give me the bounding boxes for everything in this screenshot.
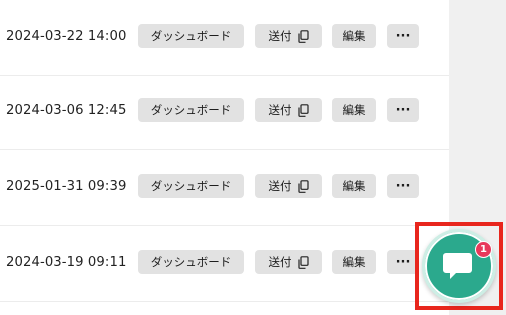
list-row: 2024-03-22 14:00 ダッシュボード 送付 編集 ··· [0, 0, 449, 76]
chat-bubble-icon [443, 253, 472, 279]
dashboard-button[interactable]: ダッシュボード [138, 174, 244, 198]
row-timestamp: 2024-03-22 14:00 [6, 29, 127, 44]
copy-icon [297, 255, 309, 269]
copy-icon [297, 179, 309, 193]
list-row: 2024-03-06 12:45 ダッシュボード 送付 編集 ··· [0, 74, 449, 150]
record-list: 2024-03-22 14:00 ダッシュボード 送付 編集 ··· 2024-… [0, 0, 449, 315]
unread-badge: 1 [475, 241, 492, 258]
edit-button[interactable]: 編集 [332, 174, 376, 198]
send-button-label: 送付 [268, 29, 292, 43]
row-divider [0, 301, 449, 302]
send-button-label: 送付 [268, 103, 292, 117]
list-row: 2025-01-31 09:39 ダッシュボード 送付 編集 ··· [0, 150, 449, 226]
copy-icon [297, 29, 309, 43]
dashboard-button[interactable]: ダッシュボード [138, 250, 244, 274]
chat-widget-button[interactable] [422, 229, 496, 303]
more-options-button[interactable]: ··· [387, 174, 419, 198]
send-button[interactable]: 送付 [255, 24, 322, 48]
dashboard-button[interactable]: ダッシュボード [138, 24, 244, 48]
edit-button[interactable]: 編集 [332, 98, 376, 122]
send-button[interactable]: 送付 [255, 98, 322, 122]
row-timestamp: 2025-01-31 09:39 [6, 179, 127, 194]
send-button[interactable]: 送付 [255, 174, 322, 198]
send-button[interactable]: 送付 [255, 250, 322, 274]
send-button-label: 送付 [268, 255, 292, 269]
copy-icon [297, 103, 309, 117]
more-options-button[interactable]: ··· [387, 24, 419, 48]
send-button-label: 送付 [268, 179, 292, 193]
dashboard-button[interactable]: ダッシュボード [138, 98, 244, 122]
list-row: 2024-03-19 09:11 ダッシュボード 送付 編集 ··· [0, 226, 449, 302]
edit-button[interactable]: 編集 [332, 24, 376, 48]
row-timestamp: 2024-03-06 12:45 [6, 103, 127, 118]
more-options-button[interactable]: ··· [387, 98, 419, 122]
edit-button[interactable]: 編集 [332, 250, 376, 274]
row-timestamp: 2024-03-19 09:11 [6, 255, 127, 270]
